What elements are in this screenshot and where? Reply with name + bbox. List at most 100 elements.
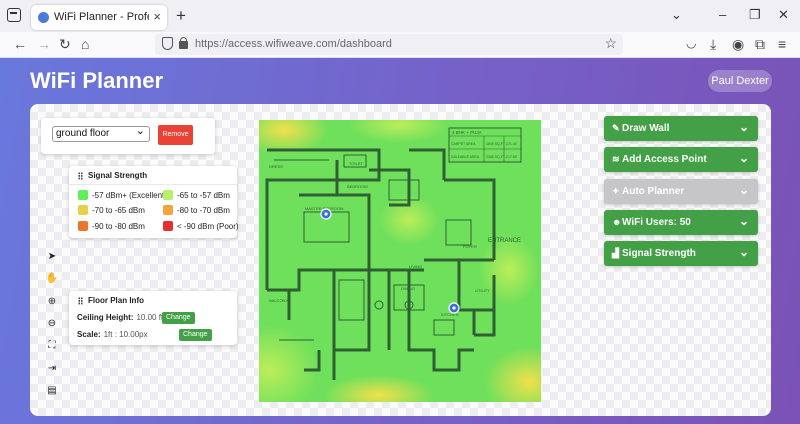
legend-label: -65 to -57 dBm [177, 191, 230, 200]
signal-strength-button[interactable]: ▟ Signal Strength ⌄ [604, 241, 758, 266]
add-access-point-button[interactable]: ≋ Add Access Point ⌄ [604, 147, 758, 172]
action-label: Signal Strength [622, 248, 696, 259]
draw-wall-button[interactable]: ✎ Draw Wall ⌄ [604, 116, 758, 141]
drag-handle-icon[interactable] [78, 172, 83, 180]
browser-nav-bar: ← → ↻ ⌂ https://access.wifiweave.com/das… [0, 32, 800, 58]
app-container: WiFi Planner Paul Dexter ground floor Re… [0, 58, 800, 424]
url-text[interactable]: https://access.wifiweave.com/dashboard [195, 38, 392, 50]
magic-wand-icon: ✦ [612, 186, 620, 196]
back-icon[interactable]: ← [13, 36, 27, 52]
pencil-icon: ✎ [612, 123, 620, 133]
table-cell: 2345 SQ.FT. [486, 155, 506, 159]
table-cell: 217.85 [506, 155, 517, 159]
fit-screen-icon[interactable]: ⛶ [45, 339, 59, 353]
remove-floor-button[interactable]: Remove [158, 125, 193, 145]
action-label: WiFi Users: 50 [622, 217, 691, 228]
chevron-down-icon[interactable]: ⌄ [671, 7, 682, 23]
select-icon[interactable]: ➤ [45, 250, 59, 264]
favicon-icon [38, 12, 49, 23]
wifi-users-button[interactable]: ☻ WiFi Users: 50 ⌄ [604, 210, 758, 235]
ceiling-height-label: Ceiling Height: [77, 313, 134, 322]
download-icon[interactable]: ⤓ [710, 36, 716, 53]
action-label: Draw Wall [622, 123, 670, 134]
chevron-down-icon: ⌄ [738, 120, 749, 134]
room-label: UTILITY [475, 288, 490, 293]
change-ceiling-button[interactable]: Change [162, 312, 195, 324]
legend-label: -80 to -70 dBm [177, 206, 230, 215]
account-icon[interactable]: ◉ [732, 36, 744, 53]
table-cell: CARPET AREA [451, 142, 476, 146]
legend-label: < -90 dBm (Poor) [177, 222, 239, 231]
drag-handle-icon[interactable] [78, 297, 83, 305]
heat-zone [479, 235, 539, 305]
floor-select[interactable]: ground floor [52, 124, 150, 142]
signal-chart-icon: ▟ [612, 248, 619, 258]
new-tab-icon[interactable]: + [176, 6, 186, 26]
action-label: Auto Planner [622, 186, 685, 197]
tab-list-icon[interactable] [7, 8, 21, 22]
url-bar[interactable]: https://access.wifiweave.com/dashboard ☆ [155, 34, 623, 55]
browser-tab[interactable]: WiFi Planner - Professional WiFi × [31, 5, 167, 30]
pocket-icon[interactable]: ◡ [686, 36, 696, 50]
signal-legend-panel[interactable]: Signal Strength -57 dBm+ (Excellent) -65… [69, 166, 239, 238]
action-label: Add Access Point [622, 154, 707, 165]
room-label: LIVING [409, 264, 422, 269]
legend-swatch [163, 205, 173, 215]
chevron-down-icon: ⌄ [738, 214, 749, 228]
legend-label: -90 to -80 dBm [92, 222, 145, 231]
floor-info-header: Floor Plan Info [78, 296, 144, 305]
zoom-in-icon[interactable]: ⊕ [45, 295, 59, 309]
reload-icon[interactable]: ↻ [59, 36, 71, 53]
legend-swatch [78, 190, 88, 200]
pan-hand-icon[interactable]: ✋ [45, 272, 59, 286]
close-window-icon[interactable]: ✕ [778, 7, 789, 23]
access-point-marker[interactable] [320, 208, 332, 220]
report-icon[interactable]: ▤ [45, 384, 59, 398]
app-title: WiFi Planner [30, 68, 164, 93]
bookmark-star-icon[interactable]: ☆ [604, 35, 617, 52]
ceiling-height-row: Ceiling Height: 10.00 ft [77, 313, 163, 322]
users-icon: ☻ [612, 217, 622, 227]
tab-close-icon[interactable]: × [153, 9, 161, 24]
legend-swatch [163, 190, 173, 200]
floor-selector-panel: ground floor Remove [41, 118, 215, 154]
legend-swatch [163, 221, 173, 231]
auto-planner-button[interactable]: ✦ Auto Planner ⌄ [604, 179, 758, 204]
legend-header: Signal Strength [78, 171, 147, 180]
minimize-icon[interactable]: – [719, 7, 726, 22]
room-label: DINING [401, 286, 415, 291]
home-icon[interactable]: ⌂ [81, 36, 89, 52]
browser-tab-bar: WiFi Planner - Professional WiFi × + ⌄ –… [0, 0, 800, 32]
ceiling-height-value: 10.00 ft [136, 313, 164, 322]
wifi-icon: ≋ [612, 154, 620, 164]
floor-info-panel[interactable]: Floor Plan Info Ceiling Height: 10.00 ft … [69, 291, 237, 345]
lock-icon [179, 37, 188, 49]
legend-swatch [78, 221, 88, 231]
legend-title: Signal Strength [88, 171, 148, 180]
floorplan-svg[interactable]: 4 BHK + PUJA CARPET AREA 1845 SQ.FT. 171… [259, 120, 541, 402]
legend-label: -57 dBm+ (Excellent) [92, 191, 167, 200]
legend-label: -70 to -65 dBm [92, 206, 145, 215]
zoom-out-icon[interactable]: ⊖ [45, 317, 59, 331]
chevron-down-icon: ⌄ [738, 245, 749, 259]
tab-title: WiFi Planner - Professional WiFi [54, 11, 149, 23]
room-label: TOILET [349, 161, 363, 166]
menu-icon[interactable]: ≡ [778, 36, 786, 52]
restore-icon[interactable]: ❐ [749, 7, 761, 23]
room-label: DRESS [269, 164, 283, 169]
change-scale-button[interactable]: Change [179, 329, 212, 341]
chevron-down-icon: ⌄ [738, 151, 749, 165]
divider [69, 184, 237, 185]
legend-swatch [78, 205, 88, 215]
extensions-icon[interactable]: ⧉ [755, 36, 765, 53]
workspace: ground floor Remove Signal Strength -57 … [30, 104, 771, 416]
table-cell: 1845 SQ.FT. [486, 142, 506, 146]
shield-icon [162, 37, 173, 50]
user-menu[interactable]: Paul Dexter [708, 70, 772, 92]
access-point-marker[interactable] [448, 302, 460, 314]
table-head: 4 BHK + PUJA [452, 130, 482, 135]
floor-info-title: Floor Plan Info [88, 296, 144, 305]
forward-icon[interactable]: → [37, 36, 51, 52]
floorplan-heatmap[interactable]: 4 BHK + PUJA CARPET AREA 1845 SQ.FT. 171… [259, 120, 541, 402]
export-icon[interactable]: ⇥ [45, 362, 59, 376]
